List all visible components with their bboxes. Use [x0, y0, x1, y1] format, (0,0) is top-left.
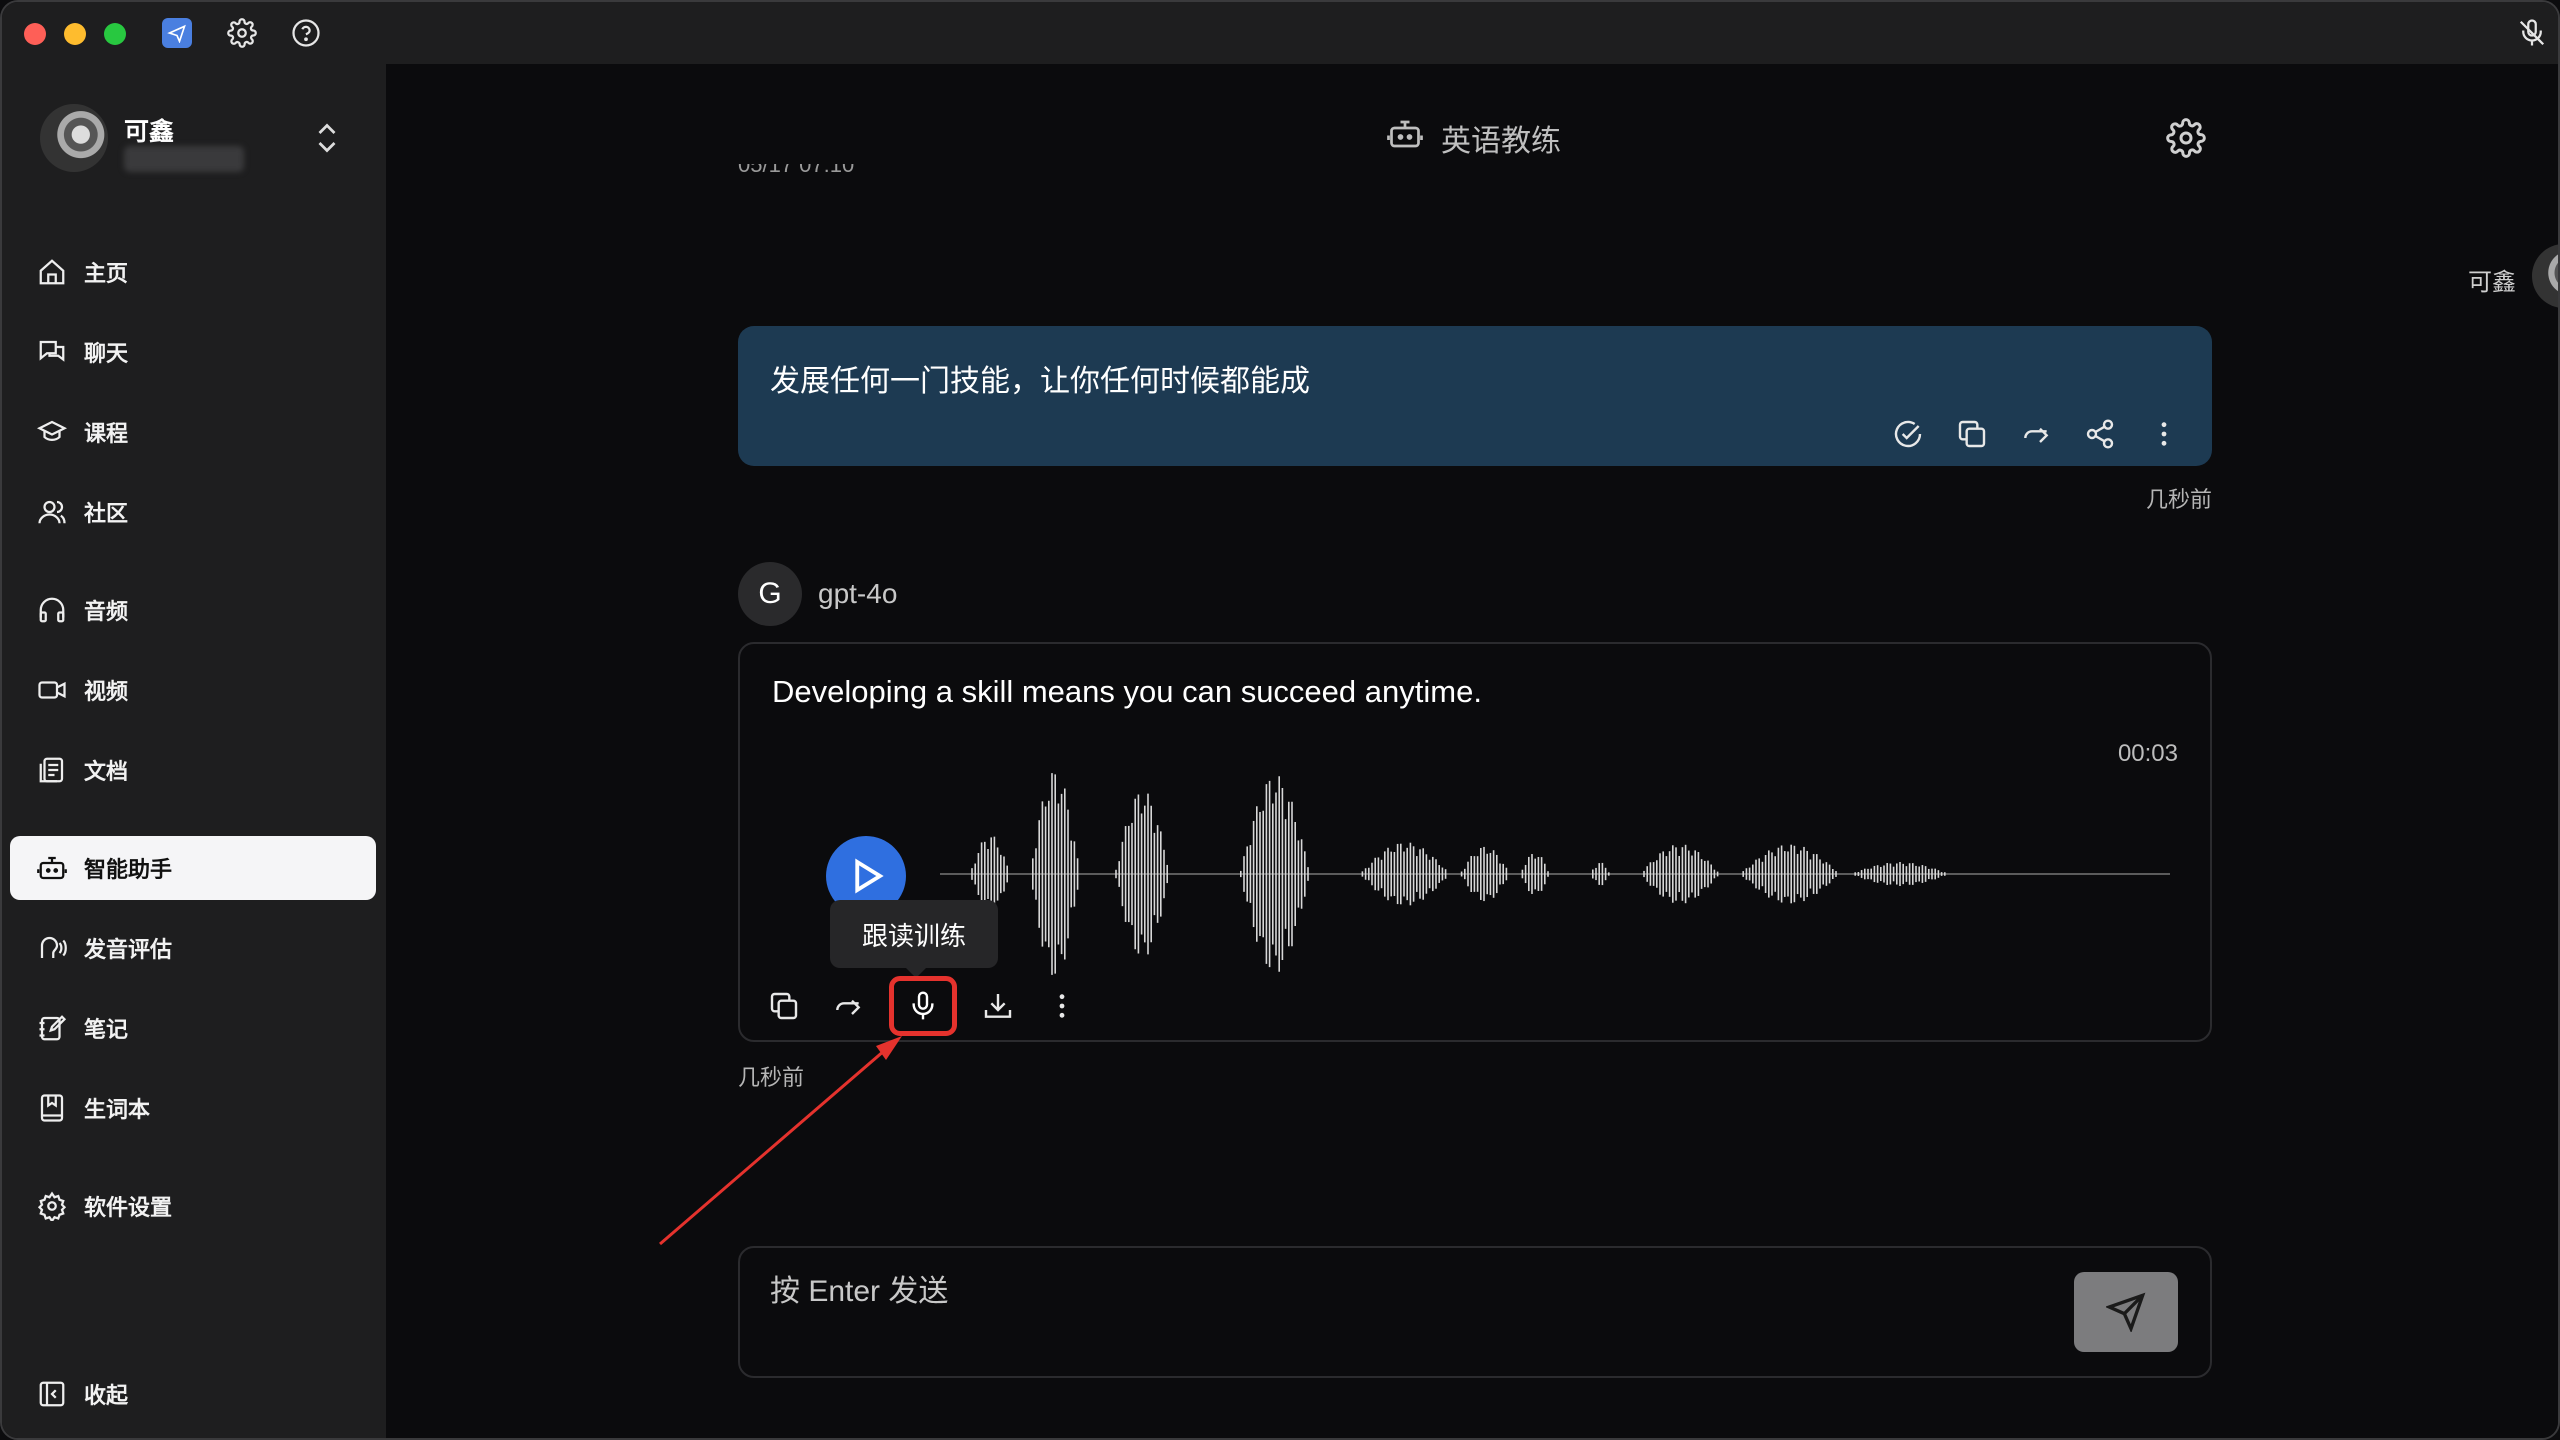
user-message-sender: 可鑫: [2468, 269, 2516, 296]
title-bar: [2, 2, 2558, 64]
mic-off-icon[interactable]: [2516, 17, 2548, 49]
microphone-icon: [912, 991, 934, 1020]
chevron-up-down-icon[interactable]: [312, 118, 342, 158]
send-icon: [2106, 1292, 2146, 1332]
play-icon: [855, 858, 884, 894]
help-icon[interactable]: [290, 17, 322, 49]
more-options-icon[interactable]: [2146, 416, 2182, 452]
sidebar-item-vocabulary[interactable]: 生词本: [10, 1076, 376, 1140]
sidebar-collapse-button[interactable]: 收起: [10, 1362, 376, 1426]
page-title-text: 英语教练: [1441, 125, 1561, 158]
notebook-icon: [34, 1090, 70, 1126]
sidebar: 可鑫 主页 聊天 课程 社区 音频 视频 文档 智能助手 发音评估 笔记 生词本…: [2, 64, 386, 1438]
user-message-bubble: 发展任何一门技能，让你任何时候都能成: [738, 326, 2212, 466]
chat-icon: [34, 334, 70, 370]
close-window-button[interactable]: [24, 23, 46, 45]
graduation-cap-icon: [34, 414, 70, 450]
sidebar-item-pronunciation[interactable]: 发音评估: [10, 916, 376, 980]
user-name: 可鑫: [124, 118, 175, 146]
bot-message-header: G gpt-4o: [738, 562, 897, 626]
minimize-window-button[interactable]: [64, 23, 86, 45]
note-icon: [34, 1010, 70, 1046]
user-message-header: 可鑫: [1986, 244, 2558, 314]
bot-message-text: Developing a skill means you can succeed…: [772, 674, 1482, 709]
app-logo-icon[interactable]: [162, 18, 192, 48]
assistant-settings-button[interactable]: [2166, 118, 2210, 162]
gear-icon: [2166, 118, 2206, 158]
app-window: 可鑫 主页 聊天 课程 社区 音频 视频 文档 智能助手 发音评估 笔记 生词本…: [0, 0, 2560, 1440]
share-icon[interactable]: [2082, 416, 2118, 452]
send-button[interactable]: [2074, 1272, 2178, 1352]
headphones-icon: [34, 592, 70, 628]
message-input[interactable]: [770, 1270, 1970, 1314]
avatar: [40, 104, 108, 172]
sidebar-item-video[interactable]: 视频: [10, 658, 376, 722]
pronunciation-icon: [34, 930, 70, 966]
user-id-blurred: [124, 146, 244, 172]
sidebar-item-community[interactable]: 社区: [10, 480, 376, 544]
bot-message-card: Developing a skill means you can succeed…: [738, 642, 2212, 1042]
bot-avatar: G: [738, 562, 802, 626]
bot-message-sender: gpt-4o: [818, 578, 898, 609]
message-composer: [738, 1246, 2212, 1378]
check-icon[interactable]: [1890, 416, 1926, 452]
maximize-window-button[interactable]: [104, 23, 126, 45]
download-icon[interactable]: [980, 988, 1016, 1024]
sidebar-item-documents[interactable]: 文档: [10, 738, 376, 802]
robot-icon: [1387, 116, 1423, 160]
user-icon: [34, 494, 70, 530]
sidebar-item-settings[interactable]: 软件设置: [10, 1174, 376, 1238]
copy-icon[interactable]: [1954, 416, 1990, 452]
user-profile[interactable]: 可鑫: [40, 104, 360, 184]
forward-icon[interactable]: [2018, 416, 2054, 452]
video-icon: [34, 672, 70, 708]
sidebar-item-courses[interactable]: 课程: [10, 400, 376, 464]
user-message-actions: [1890, 416, 2182, 452]
user-message-time: 几秒前: [2146, 487, 2213, 512]
bot-message-time: 几秒前: [738, 1065, 805, 1090]
tooltip: 跟读训练: [830, 900, 998, 978]
gear-icon[interactable]: [226, 17, 258, 49]
sidebar-item-home[interactable]: 主页: [10, 240, 376, 304]
user-message-text: 发展任何一门技能，让你任何时候都能成: [770, 365, 1310, 398]
page-title: 英语教练: [386, 116, 2558, 160]
avatar: [2532, 244, 2558, 308]
shadowing-practice-button[interactable]: [889, 976, 957, 1036]
robot-icon: [34, 850, 70, 886]
sidebar-item-audio[interactable]: 音频: [10, 578, 376, 642]
message-timestamp: 05/17 07:10: [738, 164, 855, 177]
chat-main: 英语教练 05/17 07:10 可鑫 发展任何一门技能，让你任何时候都能成 几…: [386, 64, 2558, 1438]
copy-icon[interactable]: [766, 988, 802, 1024]
home-icon: [34, 254, 70, 290]
sidebar-item-assistant[interactable]: 智能助手: [10, 836, 376, 900]
collapse-icon: [34, 1376, 70, 1412]
bot-message-actions: [766, 976, 1080, 1036]
audio-waveform[interactable]: [940, 764, 2180, 984]
document-icon: [34, 752, 70, 788]
gear-icon: [34, 1188, 70, 1224]
sidebar-item-chat[interactable]: 聊天: [10, 320, 376, 384]
sidebar-item-notes[interactable]: 笔记: [10, 996, 376, 1060]
forward-icon[interactable]: [830, 988, 866, 1024]
more-options-icon[interactable]: [1044, 988, 1080, 1024]
